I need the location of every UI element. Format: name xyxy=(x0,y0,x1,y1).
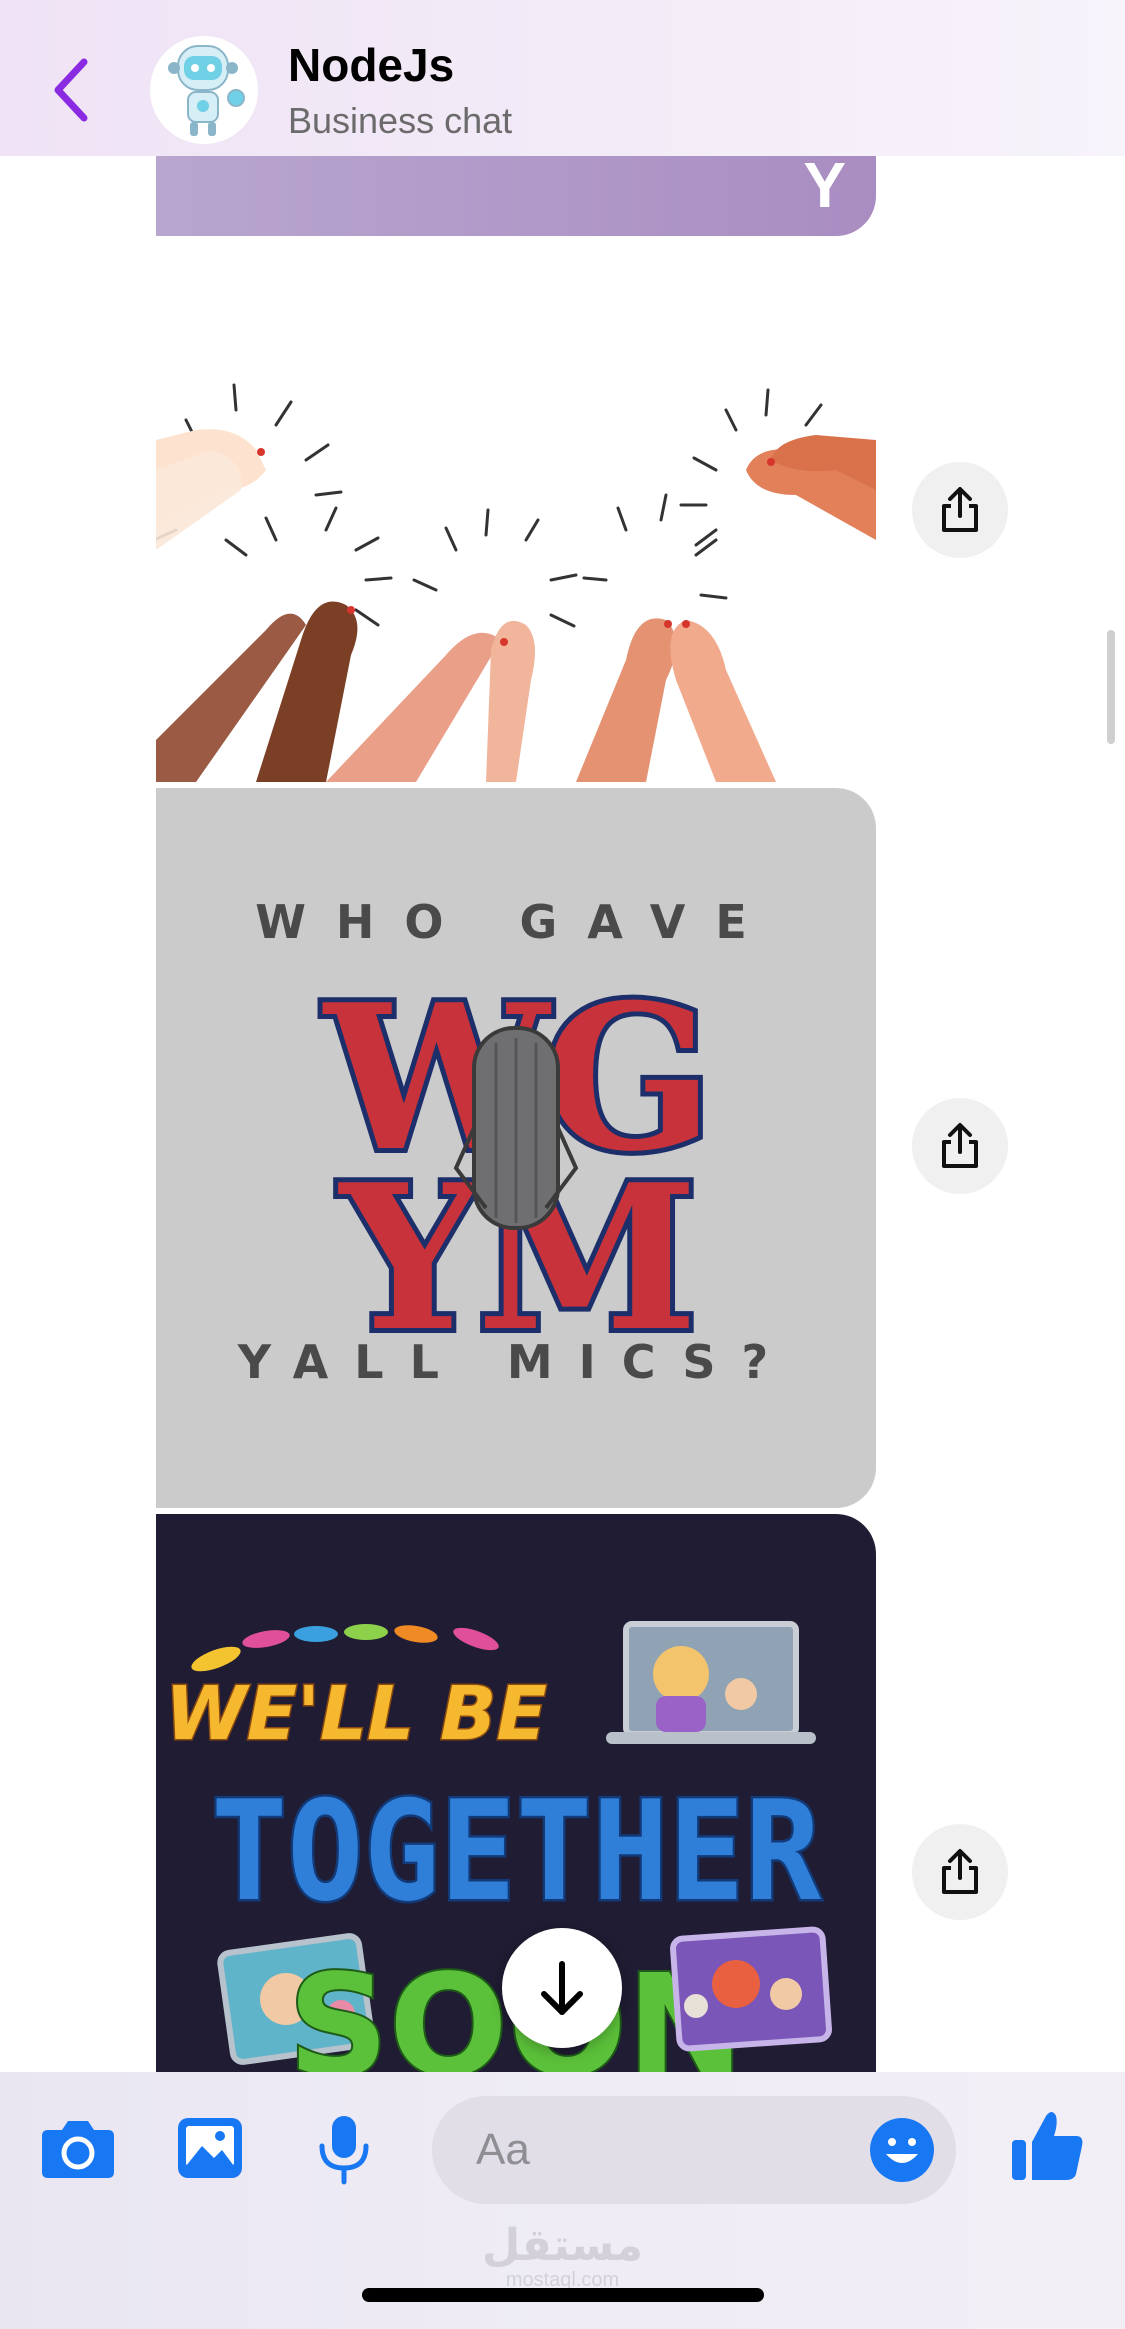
watermark-arabic: مستقل xyxy=(482,2220,643,2271)
share-icon xyxy=(942,1123,978,1168)
gallery-icon xyxy=(178,2118,242,2178)
emoji-icon xyxy=(870,2118,934,2182)
robot-avatar-icon xyxy=(150,36,258,144)
message-input[interactable] xyxy=(476,2118,856,2182)
microphone-graphic xyxy=(453,1026,579,1230)
laptop-graphic xyxy=(606,1621,816,1744)
gallery-button[interactable] xyxy=(176,2116,244,2185)
wgym-top-text: WHO GAVE xyxy=(255,895,777,949)
avatar[interactable] xyxy=(150,36,258,144)
together-line1: WE'LL BE xyxy=(165,1671,547,1757)
clapping-hands-illustration xyxy=(156,383,876,782)
who-gave-yall-mics-artwork: WHO GAVE WG YM YALL MICS? xyxy=(237,895,794,1389)
camera-button[interactable] xyxy=(40,2118,116,2185)
message-input-container[interactable] xyxy=(432,2096,956,2204)
share-button[interactable] xyxy=(912,1098,1008,1194)
scroll-indicator[interactable] xyxy=(1107,630,1115,744)
home-indicator[interactable] xyxy=(362,2288,764,2302)
share-button[interactable] xyxy=(912,1824,1008,1920)
thumbs-up-icon xyxy=(1012,2112,1083,2180)
back-button[interactable] xyxy=(52,58,92,122)
microphone-button[interactable] xyxy=(316,2114,372,2191)
chat-title[interactable]: NodeJs xyxy=(288,38,454,92)
chat-thread[interactable]: Y WHO GAVE YM YALL MICS? WE'LL BE TOGETH… xyxy=(0,0,1125,2072)
clapping-hands-image[interactable] xyxy=(156,380,876,782)
emoji-button[interactable] xyxy=(868,2116,936,2189)
share-icon xyxy=(942,487,978,532)
arrow-down-icon xyxy=(541,1961,583,2015)
microphone-icon xyxy=(319,2116,369,2185)
like-button[interactable] xyxy=(1010,2108,1086,2189)
share-icon xyxy=(942,1849,978,1894)
tablet-graphic-right xyxy=(670,1926,832,2052)
who-gave-yall-mics-image[interactable]: WHO GAVE WG YM YALL MICS? xyxy=(156,788,876,1508)
share-button[interactable] xyxy=(912,462,1008,558)
watermark: مستقل mostaql.com xyxy=(0,2220,1125,2292)
scroll-to-bottom-button[interactable] xyxy=(502,1928,622,2048)
chevron-left-icon xyxy=(54,58,88,122)
chat-header: NodeJs Business chat xyxy=(0,0,1125,156)
previous-message-text: Y xyxy=(803,149,846,221)
camera-icon xyxy=(42,2121,114,2178)
chat-subtitle: Business chat xyxy=(288,100,513,141)
together-line2: TOGETHER xyxy=(211,1771,822,1932)
message-composer: مستقل mostaql.com xyxy=(0,2072,1125,2329)
wgym-bottom-text: YALL MICS? xyxy=(237,1335,794,1389)
